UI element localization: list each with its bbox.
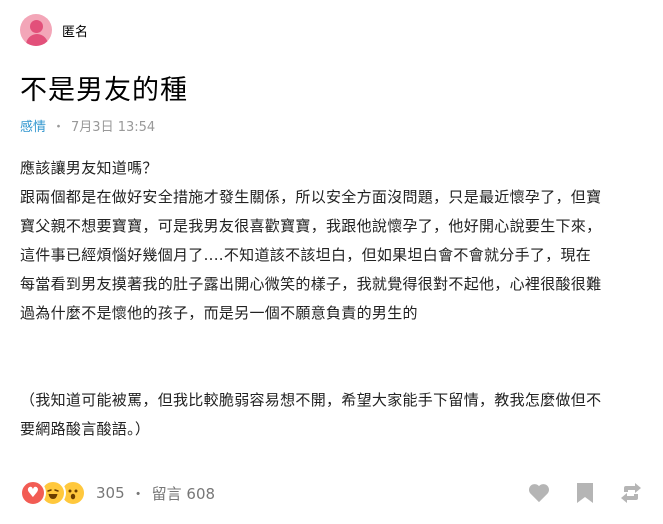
post-content: 應該讓男友知道嗎？ 跟兩個都是在做好安全措施才發生關係，所以安全方面沒問題，只是… — [20, 154, 648, 444]
post-author[interactable]: 匿名 — [20, 14, 88, 46]
reaction-count[interactable]: 305 — [96, 484, 125, 502]
meta-separator: ・ — [52, 120, 66, 135]
avatar-body — [26, 34, 48, 46]
wow-face-icon — [68, 489, 78, 500]
share-icon[interactable] — [619, 481, 643, 505]
bookmark-icon[interactable] — [573, 481, 597, 505]
post-actions — [527, 481, 643, 505]
like-heart-icon[interactable] — [527, 481, 551, 505]
note-line: 要網路酸言酸語。） — [20, 420, 151, 438]
avatar[interactable] — [20, 14, 52, 46]
avatar-head — [30, 20, 43, 33]
post-footer: ♥ 305 ・ 留言 608 — [20, 478, 643, 508]
author-name: 匿名 — [62, 24, 89, 40]
content-line: 每當看到男友摸著我的肚子露出開心微笑的樣子，我就覺得很對不起他，心裡很酸很難 — [20, 275, 602, 293]
content-line: 跟兩個都是在做好安全措施才發生關係，所以安全方面沒問題，只是最近懷孕了，但寶 — [20, 188, 602, 206]
note-line: （我知道可能被罵，但我比較脆弱容易想不開，希望大家能手下留情，教我怎麼做但不 — [20, 391, 602, 409]
comment-count[interactable]: 留言 608 — [152, 483, 215, 504]
reaction-summary[interactable]: ♥ — [20, 480, 86, 506]
content-line: 這件事已經煩惱好幾個月了....不知道該不該坦白，但如果坦白會不會就分手了，現在 — [20, 246, 592, 264]
post-title: 不是男友的種 — [20, 75, 188, 106]
stats-separator: ・ — [130, 484, 146, 503]
content-line: 應該讓男友知道嗎？ — [20, 159, 158, 177]
laugh-face-icon — [47, 489, 59, 499]
content-line: 過為什麼不是懷他的孩子，而是另一個不願意負責的男生的 — [20, 304, 418, 322]
post-stats: 305 ・ 留言 608 — [96, 483, 215, 504]
board-link[interactable]: 感情 — [20, 116, 46, 135]
post-date: 7月3日 13:54 — [71, 120, 156, 135]
heart-icon: ♥ — [20, 480, 46, 506]
content-line: 寶父親不想要寶寶，可是我男友很喜歡寶寶，我跟他說懷孕了，他好開心說要生下來， — [20, 217, 602, 235]
post-meta: 感情 ・ 7月3日 13:54 — [20, 116, 155, 135]
